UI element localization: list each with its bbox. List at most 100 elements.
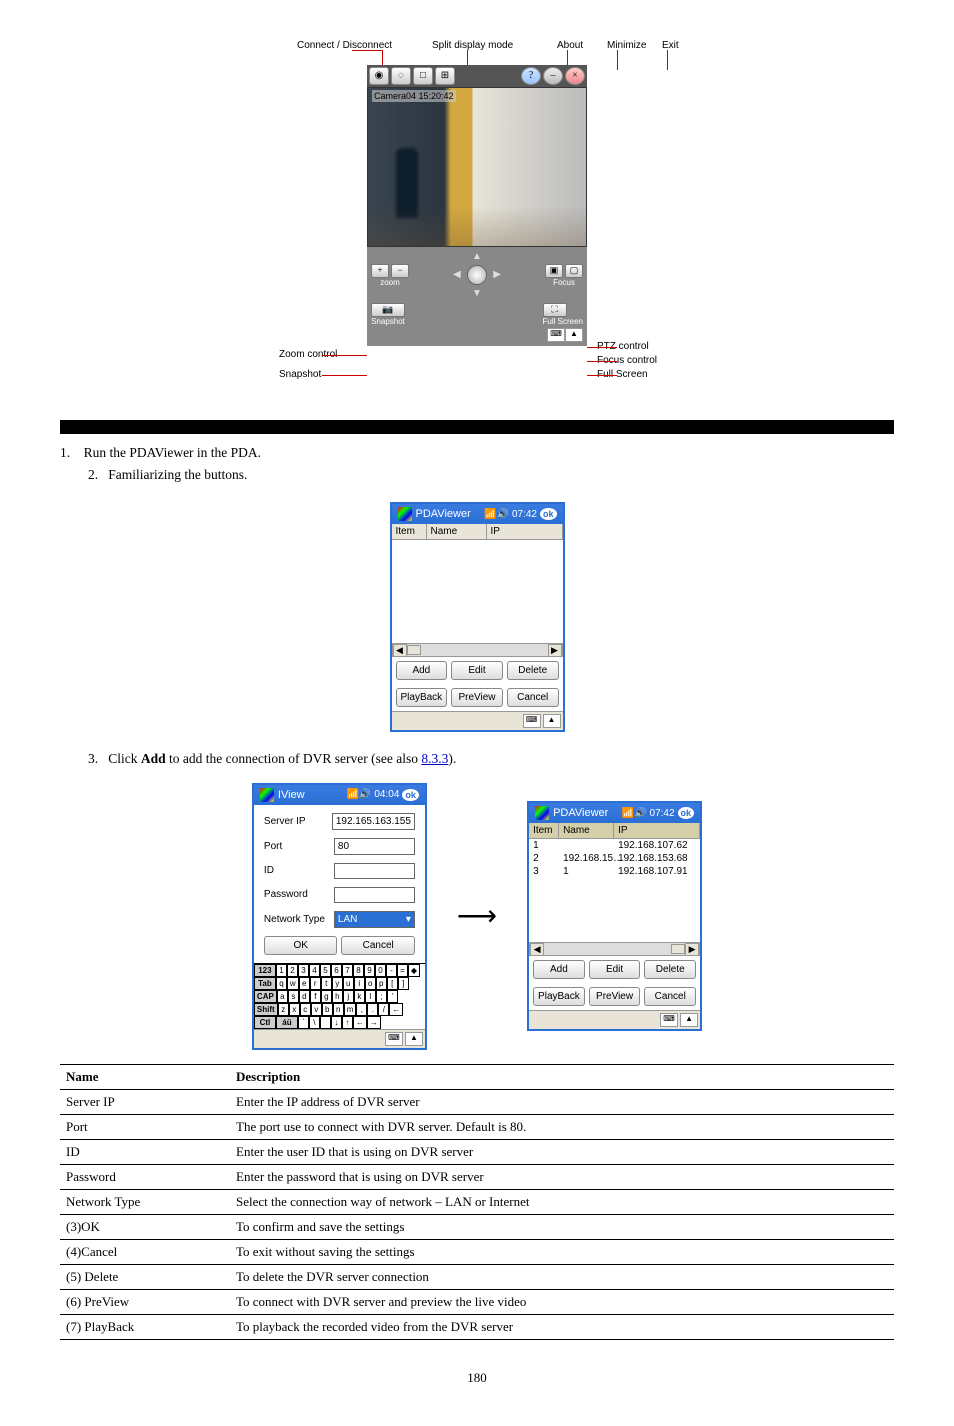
playback-button[interactable]: PlayBack <box>396 688 448 707</box>
cancel-button[interactable]: Cancel <box>507 688 559 707</box>
kb-key[interactable]: 1 <box>276 964 287 977</box>
keyboard-toggle[interactable]: ⌨ <box>385 1032 403 1046</box>
kb-key[interactable]: Tab <box>254 977 276 990</box>
kb-key[interactable]: \ <box>309 1016 320 1029</box>
id-input[interactable] <box>334 863 415 879</box>
kb-key[interactable]: ; <box>376 990 387 1003</box>
add-button[interactable]: Add <box>533 960 585 979</box>
delete-button[interactable]: Delete <box>644 960 696 979</box>
kb-key[interactable]: - <box>386 964 397 977</box>
connect-button[interactable]: ◉ <box>369 67 389 85</box>
delete-button[interactable]: Delete <box>507 661 559 680</box>
kb-key[interactable]: ` <box>298 1016 309 1029</box>
kb-key[interactable] <box>320 1016 331 1029</box>
zoom-out-button[interactable]: − <box>391 264 409 278</box>
kb-key[interactable]: / <box>378 1003 389 1016</box>
onscreen-keyboard[interactable]: 1231234567890-=◆Tabqwertyuiop[]CAPasdfgh… <box>254 963 425 1029</box>
kb-key[interactable]: k <box>354 990 365 1003</box>
kb-key[interactable]: j <box>343 990 354 1003</box>
kb-key[interactable]: ↓ <box>331 1016 342 1029</box>
kb-key[interactable]: ↑ <box>342 1016 353 1029</box>
kb-key[interactable]: ◆ <box>408 964 420 977</box>
kb-key[interactable]: . <box>367 1003 378 1016</box>
kb-key[interactable]: r <box>310 977 321 990</box>
kb-key[interactable]: x <box>289 1003 300 1016</box>
minimize-button[interactable]: – <box>543 67 563 85</box>
kb-key[interactable]: 5 <box>320 964 331 977</box>
cancel-button[interactable]: Cancel <box>644 987 696 1006</box>
kb-key[interactable]: 2 <box>287 964 298 977</box>
kb-key[interactable]: ← <box>353 1016 367 1029</box>
kb-key[interactable]: 4 <box>309 964 320 977</box>
kb-key[interactable]: u <box>343 977 354 990</box>
kb-key[interactable]: Shift <box>254 1003 278 1016</box>
table-row[interactable]: 31192.168.107.91 <box>529 865 700 878</box>
kb-key[interactable]: s <box>288 990 299 1003</box>
edit-button[interactable]: Edit <box>589 960 641 979</box>
kb-key[interactable]: w <box>287 977 299 990</box>
kb-key[interactable]: 0 <box>375 964 386 977</box>
kb-key[interactable]: CAP <box>254 990 277 1003</box>
kb-key[interactable]: ← <box>389 1003 403 1016</box>
kb-key[interactable]: c <box>300 1003 311 1016</box>
password-input[interactable] <box>334 887 415 903</box>
kb-key[interactable]: d <box>299 990 310 1003</box>
disconnect-button[interactable]: ◌ <box>391 67 411 85</box>
scrollbar[interactable]: ◀▶ <box>529 942 700 956</box>
menu-up[interactable]: ▲ <box>405 1032 423 1046</box>
kb-key[interactable]: 6 <box>331 964 342 977</box>
add-link[interactable]: 8.3.3 <box>421 751 448 766</box>
kb-key[interactable]: áü <box>276 1016 298 1029</box>
kb-key[interactable]: , <box>356 1003 367 1016</box>
kb-key[interactable]: e <box>299 977 310 990</box>
kb-key[interactable]: l <box>365 990 376 1003</box>
preview-button[interactable]: PreView <box>589 987 641 1006</box>
kb-key[interactable]: g <box>321 990 332 1003</box>
kb-key[interactable]: Ctl <box>254 1016 276 1029</box>
kb-key[interactable]: i <box>354 977 365 990</box>
up-icon[interactable]: ▲ <box>565 328 583 342</box>
kb-key[interactable]: 7 <box>342 964 353 977</box>
fullscreen-button[interactable]: ⛶ <box>543 303 567 317</box>
kb-key[interactable]: f <box>310 990 321 1003</box>
about-button[interactable]: ? <box>521 67 541 85</box>
preview-button[interactable]: PreView <box>451 688 503 707</box>
server-ip-input[interactable]: 192.165.163.155 <box>332 813 415 830</box>
split-4[interactable]: ⊞ <box>435 67 455 85</box>
table-row[interactable]: 1192.168.107.62 <box>529 839 700 852</box>
split-1[interactable]: □ <box>413 67 433 85</box>
kb-key[interactable]: t <box>321 977 332 990</box>
ok-button-pop[interactable]: ok <box>678 807 695 819</box>
scrollbar[interactable]: ◀▶ <box>392 643 563 657</box>
snapshot-button[interactable]: 📷 <box>371 303 405 317</box>
kb-key[interactable]: b <box>322 1003 333 1016</box>
keyboard-icon[interactable]: ⌨ <box>547 328 565 342</box>
network-select[interactable]: LAN▾ <box>334 911 415 928</box>
kb-key[interactable]: [ <box>387 977 398 990</box>
ok-button-form[interactable]: ok <box>402 789 419 801</box>
kb-key[interactable]: q <box>276 977 287 990</box>
kb-key[interactable]: → <box>367 1016 381 1029</box>
kb-key[interactable]: 123 <box>254 964 276 977</box>
close-button[interactable]: × <box>565 67 585 85</box>
menu-up[interactable]: ▲ <box>680 1013 698 1027</box>
add-button[interactable]: Add <box>396 661 448 680</box>
kb-key[interactable]: = <box>397 964 408 977</box>
keyboard-toggle[interactable]: ⌨ <box>523 714 541 728</box>
kb-key[interactable]: n <box>333 1003 344 1016</box>
kb-key[interactable]: v <box>311 1003 322 1016</box>
focus-far-button[interactable]: ▢ <box>565 264 583 278</box>
form-ok-button[interactable]: OK <box>264 936 338 955</box>
kb-key[interactable]: o <box>365 977 376 990</box>
keyboard-toggle[interactable]: ⌨ <box>660 1013 678 1027</box>
kb-key[interactable]: 8 <box>353 964 364 977</box>
playback-button[interactable]: PlayBack <box>533 987 585 1006</box>
kb-key[interactable]: 9 <box>364 964 375 977</box>
kb-key[interactable]: z <box>278 1003 289 1016</box>
menu-up[interactable]: ▲ <box>543 714 561 728</box>
kb-key[interactable]: 3 <box>298 964 309 977</box>
edit-button[interactable]: Edit <box>451 661 503 680</box>
zoom-in-button[interactable]: + <box>371 264 389 278</box>
kb-key[interactable]: a <box>277 990 288 1003</box>
kb-key[interactable]: m <box>344 1003 357 1016</box>
